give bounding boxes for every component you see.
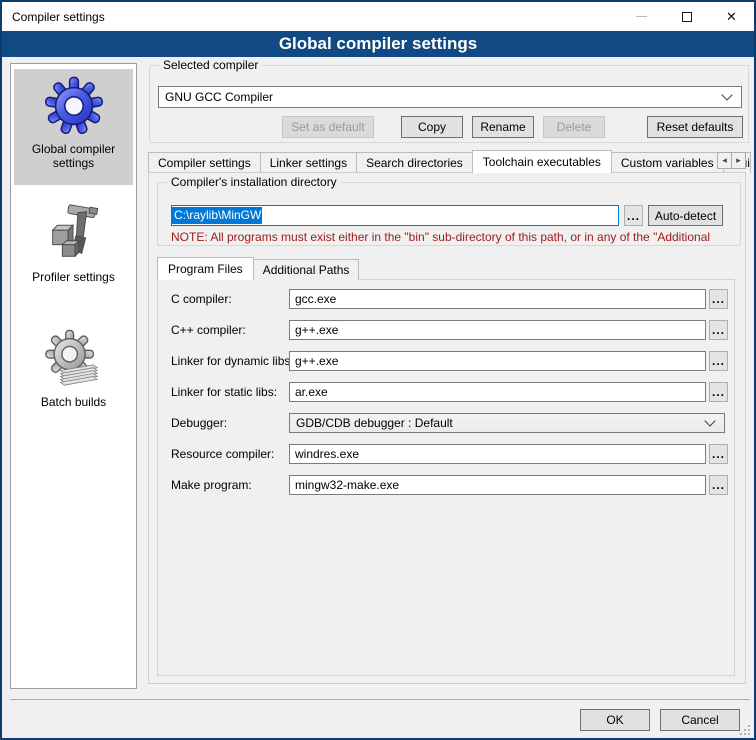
program-tabs: Program Files Additional Paths (157, 257, 358, 280)
resource-compiler-browse-button[interactable]: ... (709, 444, 728, 464)
reset-defaults-button[interactable]: Reset defaults (647, 116, 743, 138)
installation-directory-group: Compiler's installation directory C:\ray… (157, 182, 741, 246)
linker-dynamic-label: Linker for dynamic libs: (171, 354, 294, 368)
linker-static-label: Linker for static libs: (171, 385, 277, 399)
chevron-down-icon (721, 89, 732, 100)
c-compiler-label: C compiler: (171, 292, 232, 306)
set-as-default-button: Set as default (282, 116, 374, 138)
chevron-down-icon (704, 415, 715, 426)
sidebar-item-batch-builds[interactable]: Batch builds (14, 322, 133, 422)
tab-linker-settings[interactable]: Linker settings (260, 152, 357, 173)
debugger-select-value: GDB/CDB debugger : Default (296, 416, 700, 430)
blue-gear-icon (43, 75, 105, 140)
linker-static-browse-button[interactable]: ... (709, 382, 728, 402)
sidebar-item-label: Profiler settings (32, 270, 115, 284)
minimize-icon (619, 2, 664, 31)
resize-grip-icon[interactable] (739, 724, 751, 736)
resource-compiler-input[interactable] (289, 444, 706, 464)
debugger-label: Debugger: (171, 416, 227, 430)
window-title: Compiler settings (12, 10, 105, 24)
c-compiler-input[interactable] (289, 289, 706, 309)
maximize-icon[interactable] (664, 2, 709, 31)
linker-dynamic-input[interactable] (289, 351, 706, 371)
caliper-icon (43, 203, 105, 268)
sidebar-item-profiler-settings[interactable]: Profiler settings (14, 197, 133, 297)
debugger-select[interactable]: GDB/CDB debugger : Default (289, 413, 725, 433)
bin-subdirectory-note: NOTE: All programs must exist either in … (171, 230, 731, 244)
copy-button[interactable]: Copy (401, 116, 463, 138)
cpp-compiler-browse-button[interactable]: ... (709, 320, 728, 340)
subtab-additional-paths[interactable]: Additional Paths (253, 259, 360, 280)
linker-static-input[interactable] (289, 382, 706, 402)
program-files-panel: C compiler: ... C++ compiler: ... Linker… (157, 279, 735, 676)
cpp-compiler-label: C++ compiler: (171, 323, 246, 337)
installation-directory-input[interactable]: C:\raylib\MinGW (171, 205, 619, 226)
make-program-browse-button[interactable]: ... (709, 475, 728, 495)
tab-search-directories[interactable]: Search directories (356, 152, 473, 173)
delete-button: Delete (543, 116, 605, 138)
gray-gear-stack-icon (43, 328, 105, 393)
settings-sidebar: Global compiler settings (10, 63, 137, 689)
rename-button[interactable]: Rename (472, 116, 534, 138)
tab-scroll-right-icon[interactable]: ▸ (731, 152, 746, 169)
ok-button[interactable]: OK (580, 709, 650, 731)
installation-directory-group-label: Compiler's installation directory (167, 175, 341, 189)
selected-text: C:\raylib\MinGW (172, 207, 262, 224)
resource-compiler-label: Resource compiler: (171, 447, 274, 461)
page-title: Global compiler settings (279, 34, 477, 54)
compiler-select[interactable]: GNU GCC Compiler (158, 86, 742, 108)
sidebar-item-label: Global compiler settings (14, 142, 133, 170)
cancel-button[interactable]: Cancel (660, 709, 740, 731)
tab-custom-variables[interactable]: Custom variables (611, 152, 724, 173)
make-program-label: Make program: (171, 478, 252, 492)
cpp-compiler-input[interactable] (289, 320, 706, 340)
tab-compiler-settings[interactable]: Compiler settings (148, 152, 261, 173)
sidebar-item-global-compiler-settings[interactable]: Global compiler settings (14, 69, 133, 185)
titlebar[interactable]: Compiler settings ✕ (2, 2, 754, 31)
compiler-settings-dialog: Compiler settings ✕ Global compiler sett… (0, 0, 756, 740)
c-compiler-browse-button[interactable]: ... (709, 289, 728, 309)
subtab-program-files[interactable]: Program Files (157, 257, 254, 280)
window-controls: ✕ (619, 2, 754, 31)
close-icon[interactable]: ✕ (709, 2, 754, 31)
selected-compiler-group-label: Selected compiler (159, 58, 262, 72)
footer-divider (10, 699, 750, 700)
tab-scroll-left-icon[interactable]: ◂ (717, 152, 732, 169)
installation-directory-browse-button[interactable]: ... (624, 205, 643, 226)
compiler-tabs: Compiler settings Linker settings Search… (148, 150, 750, 173)
sidebar-item-label: Batch builds (41, 395, 106, 409)
tab-toolchain-executables[interactable]: Toolchain executables (472, 150, 612, 173)
auto-detect-button[interactable]: Auto-detect (648, 205, 723, 226)
dialog-header: Global compiler settings (2, 31, 754, 57)
make-program-input[interactable] (289, 475, 706, 495)
linker-dynamic-browse-button[interactable]: ... (709, 351, 728, 371)
main-content: Selected compiler GNU GCC Compiler Set a… (148, 57, 750, 738)
toolchain-executables-panel: Compiler's installation directory C:\ray… (148, 172, 746, 684)
selected-compiler-group: Selected compiler GNU GCC Compiler Set a… (149, 65, 749, 143)
compiler-select-value: GNU GCC Compiler (165, 90, 717, 104)
